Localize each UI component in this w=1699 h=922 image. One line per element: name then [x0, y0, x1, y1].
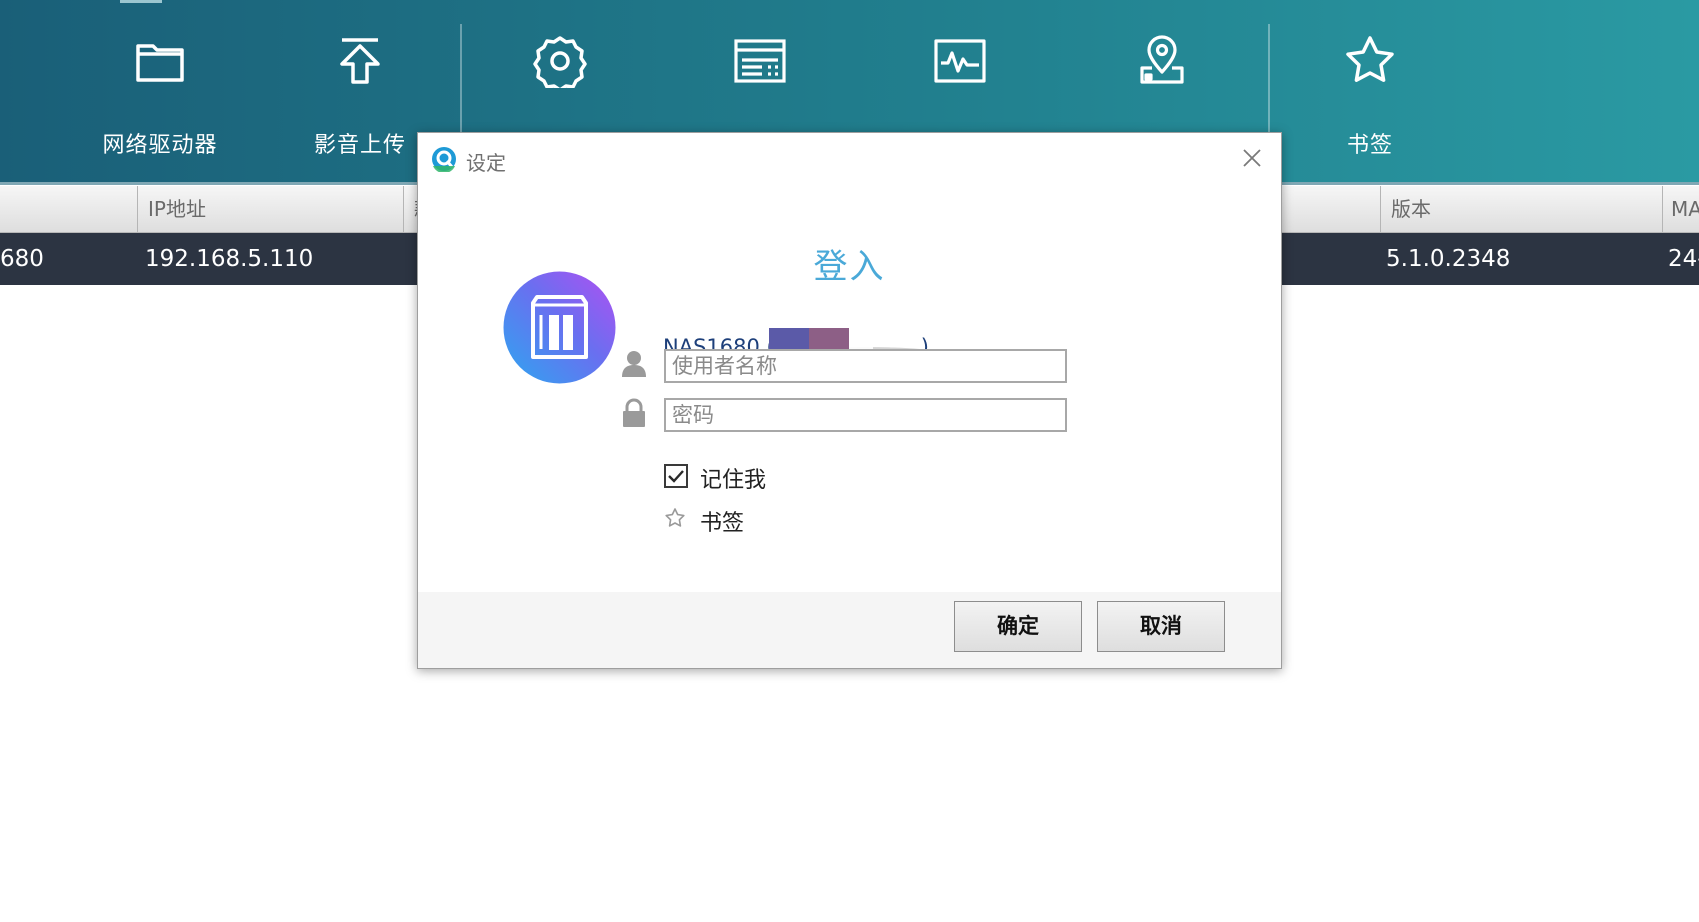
details-icon — [734, 39, 786, 83]
dialog-title: 设定 — [466, 151, 506, 175]
lock-icon — [623, 398, 645, 427]
cell-version: 5.1.0.2348 — [1386, 246, 1511, 272]
folder-icon — [136, 44, 184, 82]
password-input[interactable] — [664, 398, 1067, 432]
upload-icon — [340, 38, 380, 84]
dialog-title-bar[interactable]: 设定 — [418, 133, 1281, 183]
toolbar-bookmark-button[interactable]: 书签 — [1270, 0, 1470, 183]
activity-monitor-icon — [934, 39, 986, 83]
remember-me-label: 记住我 — [700, 468, 767, 493]
username-input[interactable] — [664, 349, 1067, 383]
checkbox-checked-icon[interactable] — [664, 464, 688, 488]
app-logo-icon — [432, 147, 456, 172]
gear-icon — [533, 36, 587, 88]
column-header-ip[interactable]: IP地址 — [137, 186, 403, 232]
toolbar-network-drive-button[interactable]: 网络驱动器 — [60, 0, 260, 183]
cancel-button[interactable]: 取消 — [1097, 601, 1225, 652]
toolbar-label: 书签 — [1346, 133, 1393, 158]
login-dialog: 设定 登入 NAS1680 () 使用者名称 记住我 书签 确定 取消 — [417, 132, 1282, 669]
star-outline-icon[interactable] — [664, 507, 686, 529]
column-header-version[interactable]: 版本 — [1380, 186, 1662, 232]
location-pin-icon — [1140, 35, 1184, 84]
column-header-mac[interactable]: MA — [1662, 186, 1699, 232]
cell-ip: 192.168.5.110 — [145, 246, 314, 272]
close-icon[interactable] — [1241, 147, 1263, 169]
ok-button[interactable]: 确定 — [954, 601, 1082, 652]
nas-device-icon — [503, 271, 616, 384]
dialog-footer: 确定 取消 — [418, 592, 1281, 668]
cell-mac: 24- — [1668, 246, 1699, 272]
user-icon — [622, 351, 646, 377]
column-header-name[interactable] — [0, 186, 137, 232]
cell-name: 680 — [0, 246, 44, 272]
star-icon — [1346, 36, 1394, 82]
bookmark-label: 书签 — [700, 511, 745, 536]
toolbar-label: 网络驱动器 — [102, 133, 218, 158]
